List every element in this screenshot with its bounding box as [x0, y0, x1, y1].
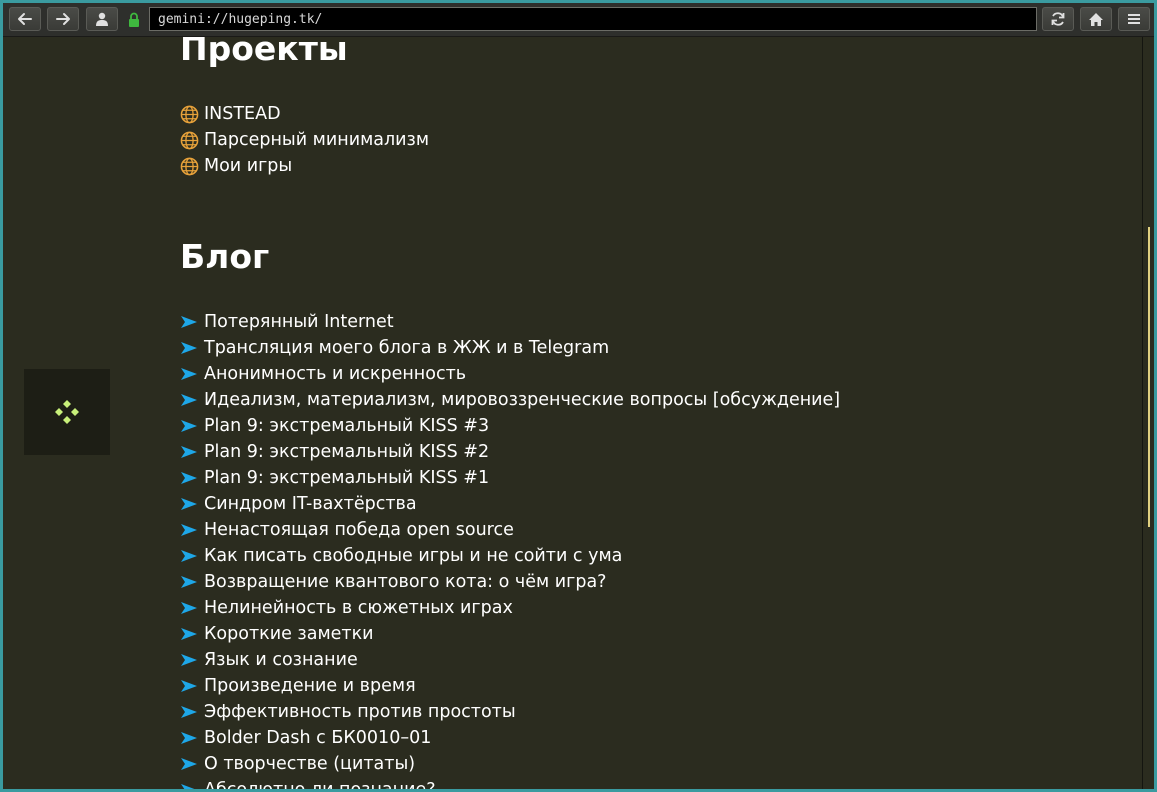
blog-item: Как писать свободные игры и не сойти с у… [180, 543, 840, 569]
home-button[interactable] [1080, 7, 1112, 31]
blog-item: Язык и сознание [180, 647, 840, 673]
globe-icon [180, 104, 204, 124]
blog-item-link[interactable]: Короткие заметки [204, 621, 374, 647]
globe-icon [180, 156, 204, 176]
blog-item-link[interactable]: Plan 9: экстремальный KISS #2 [204, 439, 489, 465]
blog-heading: Блог [180, 237, 270, 276]
project-item-link[interactable]: INSTEAD [204, 101, 281, 127]
blog-item: Ненастоящая победа open source [180, 517, 840, 543]
site-logo [24, 369, 110, 455]
arrow-right-icon [180, 338, 204, 358]
blog-item: Синдром IT-вахтёрства [180, 491, 840, 517]
blog-item-link[interactable]: Нелинейность в сюжетных играх [204, 595, 513, 621]
blog-item-link[interactable]: Ненастоящая победа open source [204, 517, 514, 543]
arrow-right-icon [180, 468, 204, 488]
project-item: INSTEAD [180, 101, 429, 127]
blog-item: Нелинейность в сюжетных играх [180, 595, 840, 621]
blog-item-link[interactable]: Потерянный Internet [204, 309, 394, 335]
blog-list: Потерянный Internet Трансляция моего блог… [180, 309, 840, 789]
browser-window: Проекты INSTEADПарсерный минимализмМои и… [0, 0, 1157, 792]
arrow-right-icon [180, 390, 204, 410]
blog-item: Анонимность и искренность [180, 361, 840, 387]
blog-item: Абсолютно ли познание? [180, 777, 840, 789]
project-item: Мои игры [180, 153, 429, 179]
toolbar [3, 3, 1154, 37]
arrow-right-icon [180, 754, 204, 774]
diamond-cluster-icon [55, 400, 79, 424]
globe-icon [180, 130, 204, 150]
blog-item: Bolder Dash с БК0010–01 [180, 725, 840, 751]
arrow-right-icon [180, 572, 204, 592]
arrow-right-icon [180, 494, 204, 514]
blog-item-link[interactable]: Абсолютно ли познание? [204, 777, 436, 789]
blog-item: Трансляция моего блога в ЖЖ и в Telegram [180, 335, 840, 361]
blog-item: Эффективность против простоты [180, 699, 840, 725]
blog-item-link[interactable]: Анонимность и искренность [204, 361, 466, 387]
project-item-link[interactable]: Мои игры [204, 153, 292, 179]
arrow-right-icon [180, 416, 204, 436]
arrow-right-icon [180, 312, 204, 332]
blog-item: Короткие заметки [180, 621, 840, 647]
arrow-right-icon [180, 520, 204, 540]
blog-item: Plan 9: экстремальный KISS #1 [180, 465, 840, 491]
blog-item: Plan 9: экстремальный KISS #2 [180, 439, 840, 465]
vertical-scrollbar[interactable] [1142, 37, 1154, 789]
identity-button[interactable] [86, 7, 118, 31]
arrow-right-icon [180, 598, 204, 618]
blog-item-link[interactable]: Язык и сознание [204, 647, 358, 673]
lock-icon [129, 12, 139, 27]
arrow-right-icon [180, 442, 204, 462]
project-item: Парсерный минимализм [180, 127, 429, 153]
reload-icon [1051, 12, 1065, 26]
blog-item-link[interactable]: Bolder Dash с БК0010–01 [204, 725, 431, 751]
blog-item-link[interactable]: Возвращение квантового кота: о чём игра? [204, 569, 606, 595]
url-input[interactable] [149, 7, 1037, 31]
blog-item-link[interactable]: Эффективность против простоты [204, 699, 516, 725]
arrow-right-icon [180, 650, 204, 670]
arrow-left-icon [18, 13, 32, 25]
arrow-right-icon [180, 676, 204, 696]
blog-item: Возвращение квантового кота: о чём игра? [180, 569, 840, 595]
forward-button[interactable] [47, 7, 79, 31]
projects-heading: Проекты [180, 37, 348, 68]
blog-item-link[interactable]: Произведение и время [204, 673, 416, 699]
arrow-right-icon [180, 780, 204, 789]
blog-item: О творчестве (цитаты) [180, 751, 840, 777]
blog-item: Произведение и время [180, 673, 840, 699]
reload-button[interactable] [1042, 7, 1074, 31]
menu-button[interactable] [1118, 7, 1150, 31]
project-item-link[interactable]: Парсерный минимализм [204, 127, 429, 153]
scrollbar-thumb[interactable] [1148, 227, 1150, 527]
blog-item: Потерянный Internet [180, 309, 840, 335]
blog-item: Идеализм, материализм, мировоззренческие… [180, 387, 840, 413]
blog-item-link[interactable]: О творчестве (цитаты) [204, 751, 415, 777]
user-icon [96, 12, 108, 26]
blog-item: Plan 9: экстремальный KISS #3 [180, 413, 840, 439]
back-button[interactable] [9, 7, 41, 31]
arrow-right-icon [180, 728, 204, 748]
arrow-right-icon [180, 364, 204, 384]
home-icon [1089, 12, 1103, 26]
hamburger-menu-icon [1128, 14, 1140, 24]
blog-item-link[interactable]: Plan 9: экстремальный KISS #3 [204, 413, 489, 439]
blog-item-link[interactable]: Трансляция моего блога в ЖЖ и в Telegram [204, 335, 609, 361]
arrow-right-icon [180, 702, 204, 722]
page-content: Проекты INSTEAD Парсерный минимализм Мои и… [3, 37, 1142, 789]
arrow-right-icon [180, 624, 204, 644]
arrow-right-icon [180, 546, 204, 566]
arrow-right-icon [56, 13, 70, 25]
blog-item-link[interactable]: Идеализм, материализм, мировоззренческие… [204, 387, 840, 413]
blog-item-link[interactable]: Plan 9: экстремальный KISS #1 [204, 465, 489, 491]
blog-item-link[interactable]: Как писать свободные игры и не сойти с у… [204, 543, 622, 569]
projects-list: INSTEAD Парсерный минимализм Мои игры [180, 101, 429, 179]
blog-item-link[interactable]: Синдром IT-вахтёрства [204, 491, 417, 517]
